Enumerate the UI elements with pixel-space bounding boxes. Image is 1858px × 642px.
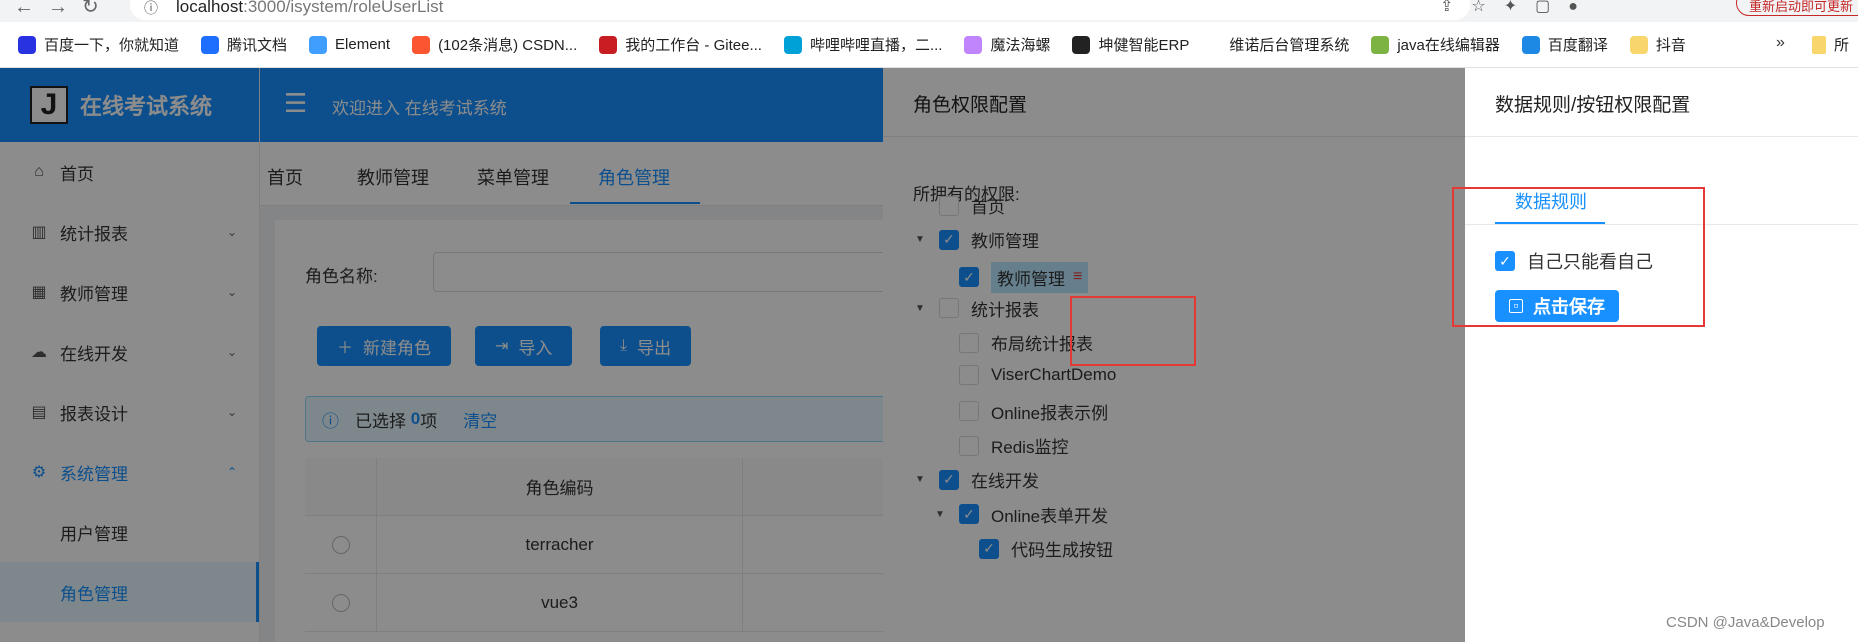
java-editor-icon bbox=[1371, 35, 1390, 54]
browser-toolbar: ←→↻ ⓘ localhost:3000/isystem/roleUserLis… bbox=[0, 0, 1858, 22]
bookmark-folder[interactable]: 所 bbox=[1812, 34, 1849, 55]
browser-action-icons[interactable]: ⇪☆✦▢● bbox=[1440, 0, 1596, 16]
tencent-docs-icon bbox=[201, 35, 220, 54]
baidu-translate-icon bbox=[1521, 35, 1540, 54]
bookmark-item[interactable]: 哔哩哔哩直播，二... bbox=[783, 34, 942, 55]
drawer-title: 数据规则/按钮权限配置 bbox=[1495, 95, 1691, 116]
bookmark-item[interactable]: 维诺后台管理系统 bbox=[1229, 34, 1349, 55]
divider bbox=[1465, 136, 1858, 137]
folder-icon bbox=[1629, 35, 1648, 54]
conch-icon bbox=[964, 35, 983, 54]
bookmark-item[interactable]: Element bbox=[309, 35, 390, 54]
folder-icon bbox=[1812, 35, 1826, 54]
bilibili-icon bbox=[783, 35, 802, 54]
address-bar[interactable]: ⓘ localhost:3000/isystem/roleUserList bbox=[130, 0, 1470, 20]
bookmark-item[interactable]: 魔法海螺 bbox=[964, 34, 1050, 55]
annotation-box bbox=[1070, 296, 1196, 366]
gitee-icon bbox=[599, 35, 618, 54]
browser-nav-buttons[interactable]: ←→↻ bbox=[14, 0, 113, 19]
bookmarks-bar: 百度一下，你就知道 腾讯文档 Element (102条消息) CSDN... 我的工作… bbox=[0, 22, 1858, 68]
bookmark-item[interactable]: java在线编辑器 bbox=[1371, 34, 1500, 55]
csdn-icon bbox=[412, 35, 431, 54]
url-text: localhost:3000/isystem/roleUserList bbox=[176, 0, 444, 16]
watermark: CSDN @Java&Develop bbox=[1666, 614, 1825, 631]
bookmark-item[interactable]: 百度一下，你就知道 bbox=[18, 34, 179, 55]
bookmark-item[interactable]: (102条消息) CSDN... bbox=[412, 34, 577, 55]
bookmark-item[interactable]: 我的工作台 - Gitee... bbox=[599, 34, 762, 55]
annotation-box bbox=[1452, 187, 1705, 327]
bookmark-item[interactable]: 坤健智能ERP bbox=[1072, 34, 1189, 55]
site-info-icon[interactable]: ⓘ bbox=[144, 0, 158, 18]
baidu-icon bbox=[18, 35, 36, 54]
bookmark-item[interactable]: 抖音 bbox=[1629, 34, 1686, 55]
restart-update-button[interactable]: 重新启动即可更新 bbox=[1736, 0, 1858, 16]
bookmark-item[interactable]: 百度翻译 bbox=[1521, 34, 1608, 55]
bookmark-item[interactable]: 腾讯文档 bbox=[201, 34, 287, 55]
bookmarks-more-button[interactable]: » bbox=[1776, 34, 1785, 52]
element-icon bbox=[309, 35, 328, 54]
data-rule-drawer: 数据规则/按钮权限配置 数据规则 ✓ 自己只能看自己 ▫ 点击保存 bbox=[1465, 68, 1858, 642]
erp-icon bbox=[1072, 35, 1091, 54]
